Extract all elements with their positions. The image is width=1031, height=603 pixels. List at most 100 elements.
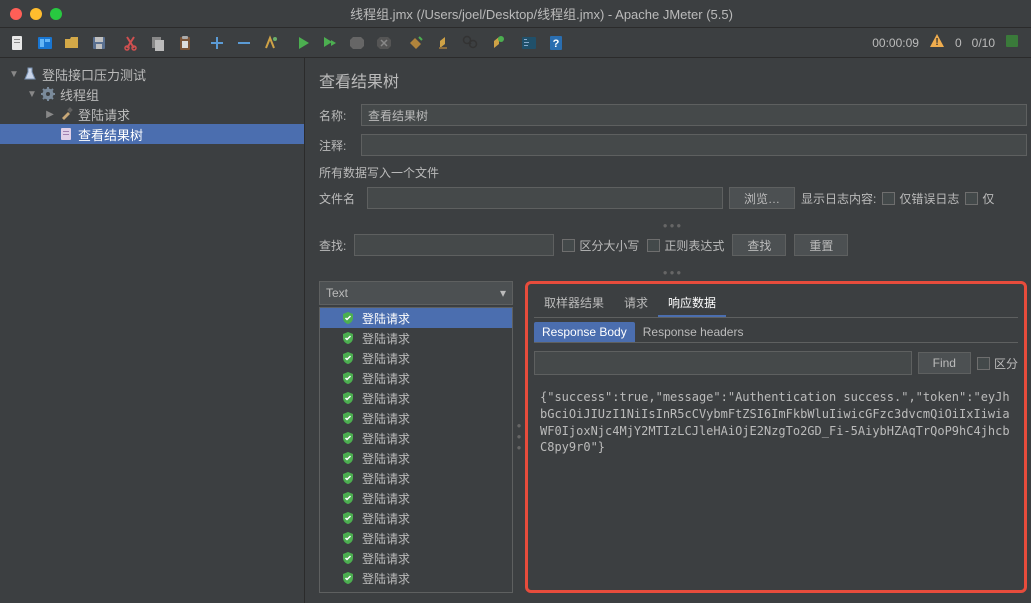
test-plan-tree[interactable]: ▼ 登陆接口压力测试 ▼ 线程组 ▶ 登陆请求 查看结果树	[0, 58, 305, 603]
window-title: 线程组.jmx (/Users/joel/Desktop/线程组.jmx) - …	[62, 4, 1021, 23]
cut-icon[interactable]	[119, 31, 143, 55]
result-item[interactable]: 登陆请求	[320, 548, 512, 568]
result-item-label: 登陆请求	[362, 490, 410, 507]
tree-item[interactable]: 查看结果树	[0, 124, 304, 144]
response-body-text[interactable]: {"success":true,"message":"Authenticatio…	[534, 383, 1018, 584]
success-shield-icon	[340, 450, 356, 466]
find-case-checkbox[interactable]: 区分	[977, 355, 1018, 372]
tree-toggle-icon[interactable]: ▶	[44, 108, 56, 120]
subtab-response-body[interactable]: Response Body	[534, 322, 635, 342]
result-item[interactable]: 登陆请求	[320, 328, 512, 348]
tab-sampler-result[interactable]: 取样器结果	[534, 290, 614, 317]
tree-toggle-icon[interactable]	[44, 128, 56, 140]
tree-item[interactable]: ▶ 登陆请求	[0, 104, 304, 124]
find-input[interactable]	[534, 351, 912, 375]
name-label: 名称:	[319, 107, 361, 124]
tree-toggle-icon[interactable]: ▼	[26, 88, 38, 100]
result-item-label: 登陆请求	[362, 350, 410, 367]
result-item[interactable]: 登陆请求	[320, 348, 512, 368]
result-item[interactable]: 登陆请求	[320, 468, 512, 488]
save-icon[interactable]	[87, 31, 111, 55]
start-no-pause-icon[interactable]	[318, 31, 342, 55]
close-window-button[interactable]	[10, 8, 22, 20]
errors-only-checkbox[interactable]: 仅错误日志	[882, 190, 959, 207]
comment-input[interactable]	[361, 134, 1027, 156]
toggle-icon[interactable]	[259, 31, 283, 55]
error-count: 0	[955, 36, 962, 50]
success-only-checkbox[interactable]: 仅	[965, 190, 994, 207]
find-button[interactable]: Find	[918, 352, 971, 374]
success-shield-icon	[340, 470, 356, 486]
reset-search-icon[interactable]	[485, 31, 509, 55]
result-item[interactable]: 登陆请求	[320, 388, 512, 408]
stop-icon[interactable]	[345, 31, 369, 55]
open-icon[interactable]	[60, 31, 84, 55]
case-sensitive-checkbox[interactable]: 区分大小写	[562, 237, 639, 254]
results-list[interactable]: 登陆请求 登陆请求 登陆请求 登陆请求 登陆请求 登陆请求 登陆请求 登陆请求 …	[319, 307, 513, 593]
filename-input[interactable]	[367, 187, 723, 209]
maximize-window-button[interactable]	[50, 8, 62, 20]
result-item-label: 登陆请求	[362, 450, 410, 467]
result-item-label: 登陆请求	[362, 550, 410, 567]
warning-icon: !	[929, 33, 945, 52]
gear-icon	[40, 86, 56, 102]
svg-text:!: !	[935, 37, 938, 48]
result-item[interactable]: 登陆请求	[320, 508, 512, 528]
result-item[interactable]: 登陆请求	[320, 448, 512, 468]
tab-response-data[interactable]: 响应数据	[658, 290, 726, 317]
reset-button[interactable]: 重置	[794, 234, 848, 256]
write-all-label: 所有数据写入一个文件	[319, 164, 1027, 181]
thread-indicator-icon	[1005, 34, 1019, 51]
search-button[interactable]: 查找	[732, 234, 786, 256]
success-shield-icon	[340, 490, 356, 506]
paste-icon[interactable]	[173, 31, 197, 55]
result-item[interactable]: 登陆请求	[320, 408, 512, 428]
tree-item-label: 登陆接口压力测试	[42, 65, 146, 84]
result-item-label: 登陆请求	[362, 530, 410, 547]
start-icon[interactable]	[291, 31, 315, 55]
result-item[interactable]: 登陆请求	[320, 308, 512, 328]
result-item[interactable]: 登陆请求	[320, 528, 512, 548]
separator: ●●●	[319, 268, 1027, 277]
splitter[interactable]: ●●●	[515, 281, 523, 593]
result-item[interactable]: 登陆请求	[320, 488, 512, 508]
success-shield-icon	[340, 350, 356, 366]
success-shield-icon	[340, 430, 356, 446]
name-input[interactable]	[361, 104, 1027, 126]
tree-item-label: 登陆请求	[78, 105, 130, 124]
toolbar: ? 00:00:09 ! 0 0/10	[0, 28, 1031, 58]
copy-icon[interactable]	[146, 31, 170, 55]
clear-icon[interactable]	[404, 31, 428, 55]
comment-label: 注释:	[319, 137, 361, 154]
success-shield-icon	[340, 370, 356, 386]
search-input[interactable]	[354, 234, 554, 256]
new-icon[interactable]	[6, 31, 30, 55]
shutdown-icon[interactable]	[372, 31, 396, 55]
result-item[interactable]: 登陆请求	[320, 428, 512, 448]
minimize-window-button[interactable]	[30, 8, 42, 20]
browse-button[interactable]: 浏览…	[729, 187, 795, 209]
titlebar: 线程组.jmx (/Users/joel/Desktop/线程组.jmx) - …	[0, 0, 1031, 28]
clear-all-icon[interactable]	[431, 31, 455, 55]
tree-toggle-icon[interactable]: ▼	[8, 68, 20, 80]
function-icon[interactable]	[517, 31, 541, 55]
chevron-down-icon: ▾	[500, 286, 506, 300]
regex-checkbox[interactable]: 正则表达式	[647, 237, 724, 254]
result-item-label: 登陆请求	[362, 390, 410, 407]
tree-item[interactable]: ▼ 登陆接口压力测试	[0, 64, 304, 84]
templates-icon[interactable]	[33, 31, 57, 55]
search-icon[interactable]	[458, 31, 482, 55]
result-item[interactable]: 登陆请求	[320, 368, 512, 388]
tree-item[interactable]: ▼ 线程组	[0, 84, 304, 104]
tab-request[interactable]: 请求	[614, 290, 658, 317]
render-dropdown[interactable]: Text ▾	[319, 281, 513, 305]
collapse-icon[interactable]	[232, 31, 256, 55]
help-icon[interactable]: ?	[544, 31, 568, 55]
separator: ●●●	[319, 221, 1027, 230]
result-item-label: 登陆请求	[362, 590, 410, 594]
expand-icon[interactable]	[205, 31, 229, 55]
result-item[interactable]: 登陆请求	[320, 588, 512, 593]
result-item-label: 登陆请求	[362, 410, 410, 427]
subtab-response-headers[interactable]: Response headers	[635, 322, 752, 342]
result-item[interactable]: 登陆请求	[320, 568, 512, 588]
